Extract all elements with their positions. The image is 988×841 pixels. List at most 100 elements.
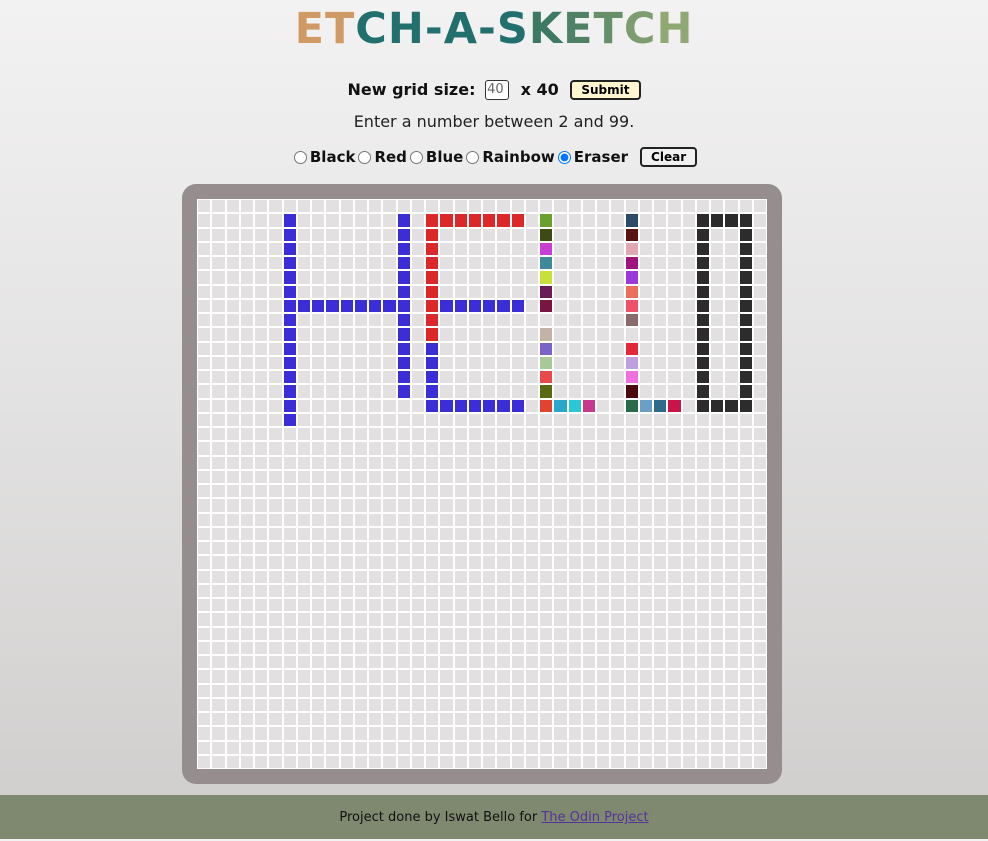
grid-cell[interactable]: [340, 342, 353, 355]
grid-cell[interactable]: [312, 542, 325, 555]
grid-cell[interactable]: [725, 314, 738, 327]
grid-cell[interactable]: [240, 627, 253, 640]
grid-cell[interactable]: [668, 314, 681, 327]
grid-cell[interactable]: [725, 342, 738, 355]
grid-cell[interactable]: [639, 513, 652, 526]
grid-cell[interactable]: [483, 200, 496, 213]
grid-cell[interactable]: [297, 641, 310, 654]
grid-cell[interactable]: [397, 242, 410, 255]
grid-cell[interactable]: [212, 328, 225, 341]
grid-cell[interactable]: [497, 356, 510, 369]
grid-cell[interactable]: [597, 684, 610, 697]
grid-cell[interactable]: [240, 584, 253, 597]
grid-cell[interactable]: [354, 670, 367, 683]
grid-cell[interactable]: [468, 299, 481, 312]
grid-cell[interactable]: [554, 656, 567, 669]
grid-cell[interactable]: [639, 470, 652, 483]
grid-cell[interactable]: [725, 698, 738, 711]
grid-cell[interactable]: [597, 413, 610, 426]
grid-cell[interactable]: [511, 513, 524, 526]
grid-cell[interactable]: [440, 257, 453, 270]
grid-cell[interactable]: [426, 656, 439, 669]
grid-cell[interactable]: [511, 342, 524, 355]
grid-cell[interactable]: [312, 271, 325, 284]
grid-cell[interactable]: [255, 599, 268, 612]
grid-cell[interactable]: [354, 684, 367, 697]
grid-cell[interactable]: [369, 556, 382, 569]
grid-cell[interactable]: [597, 656, 610, 669]
grid-cell[interactable]: [283, 442, 296, 455]
grid-cell[interactable]: [568, 371, 581, 384]
grid-cell[interactable]: [297, 342, 310, 355]
grid-cell[interactable]: [625, 485, 638, 498]
grid-cell[interactable]: [711, 328, 724, 341]
grid-cell[interactable]: [497, 399, 510, 412]
grid-cell[interactable]: [297, 684, 310, 697]
grid-cell[interactable]: [283, 656, 296, 669]
grid-cell[interactable]: [654, 214, 667, 227]
grid-cell[interactable]: [540, 542, 553, 555]
grid-cell[interactable]: [625, 271, 638, 284]
grid-cell[interactable]: [568, 684, 581, 697]
grid-cell[interactable]: [696, 413, 709, 426]
grid-cell[interactable]: [639, 556, 652, 569]
grid-cell[interactable]: [354, 200, 367, 213]
grid-cell[interactable]: [554, 228, 567, 241]
grid-cell[interactable]: [582, 470, 595, 483]
grid-cell[interactable]: [525, 727, 538, 740]
grid-cell[interactable]: [753, 698, 766, 711]
grid-cell[interactable]: [582, 684, 595, 697]
grid-cell[interactable]: [312, 214, 325, 227]
grid-cell[interactable]: [725, 299, 738, 312]
grid-cell[interactable]: [611, 527, 624, 540]
grid-cell[interactable]: [483, 413, 496, 426]
grid-cell[interactable]: [554, 200, 567, 213]
grid-cell[interactable]: [597, 513, 610, 526]
grid-cell[interactable]: [340, 371, 353, 384]
grid-cell[interactable]: [454, 485, 467, 498]
grid-cell[interactable]: [753, 214, 766, 227]
grid-cell[interactable]: [340, 556, 353, 569]
grid-cell[interactable]: [411, 599, 424, 612]
grid-cell[interactable]: [269, 371, 282, 384]
grid-cell[interactable]: [525, 698, 538, 711]
grid-cell[interactable]: [354, 371, 367, 384]
grid-cell[interactable]: [468, 371, 481, 384]
grid-cell[interactable]: [226, 385, 239, 398]
grid-cell[interactable]: [297, 570, 310, 583]
grid-cell[interactable]: [611, 670, 624, 683]
grid-cell[interactable]: [668, 442, 681, 455]
grid-cell[interactable]: [326, 470, 339, 483]
grid-cell[interactable]: [568, 656, 581, 669]
grid-cell[interactable]: [369, 684, 382, 697]
grid-cell[interactable]: [696, 242, 709, 255]
grid-cell[interactable]: [511, 257, 524, 270]
grid-cell[interactable]: [226, 314, 239, 327]
grid-cell[interactable]: [454, 314, 467, 327]
grid-cell[interactable]: [654, 527, 667, 540]
grid-cell[interactable]: [226, 542, 239, 555]
grid-cell[interactable]: [326, 228, 339, 241]
grid-cell[interactable]: [240, 542, 253, 555]
grid-cell[interactable]: [739, 314, 752, 327]
grid-cell[interactable]: [369, 228, 382, 241]
grid-cell[interactable]: [611, 613, 624, 626]
grid-cell[interactable]: [198, 599, 211, 612]
grid-cell[interactable]: [597, 356, 610, 369]
grid-cell[interactable]: [582, 356, 595, 369]
grid-cell[interactable]: [369, 513, 382, 526]
grid-cell[interactable]: [711, 257, 724, 270]
grid-cell[interactable]: [611, 684, 624, 697]
grid-cell[interactable]: [255, 556, 268, 569]
grid-cell[interactable]: [198, 413, 211, 426]
grid-cell[interactable]: [625, 755, 638, 768]
grid-cell[interactable]: [525, 641, 538, 654]
grid-cell[interactable]: [297, 257, 310, 270]
grid-cell[interactable]: [426, 684, 439, 697]
grid-cell[interactable]: [383, 456, 396, 469]
grid-cell[interactable]: [397, 556, 410, 569]
grid-cell[interactable]: [397, 228, 410, 241]
grid-cell[interactable]: [625, 727, 638, 740]
grid-cell[interactable]: [212, 470, 225, 483]
grid-cell[interactable]: [283, 328, 296, 341]
